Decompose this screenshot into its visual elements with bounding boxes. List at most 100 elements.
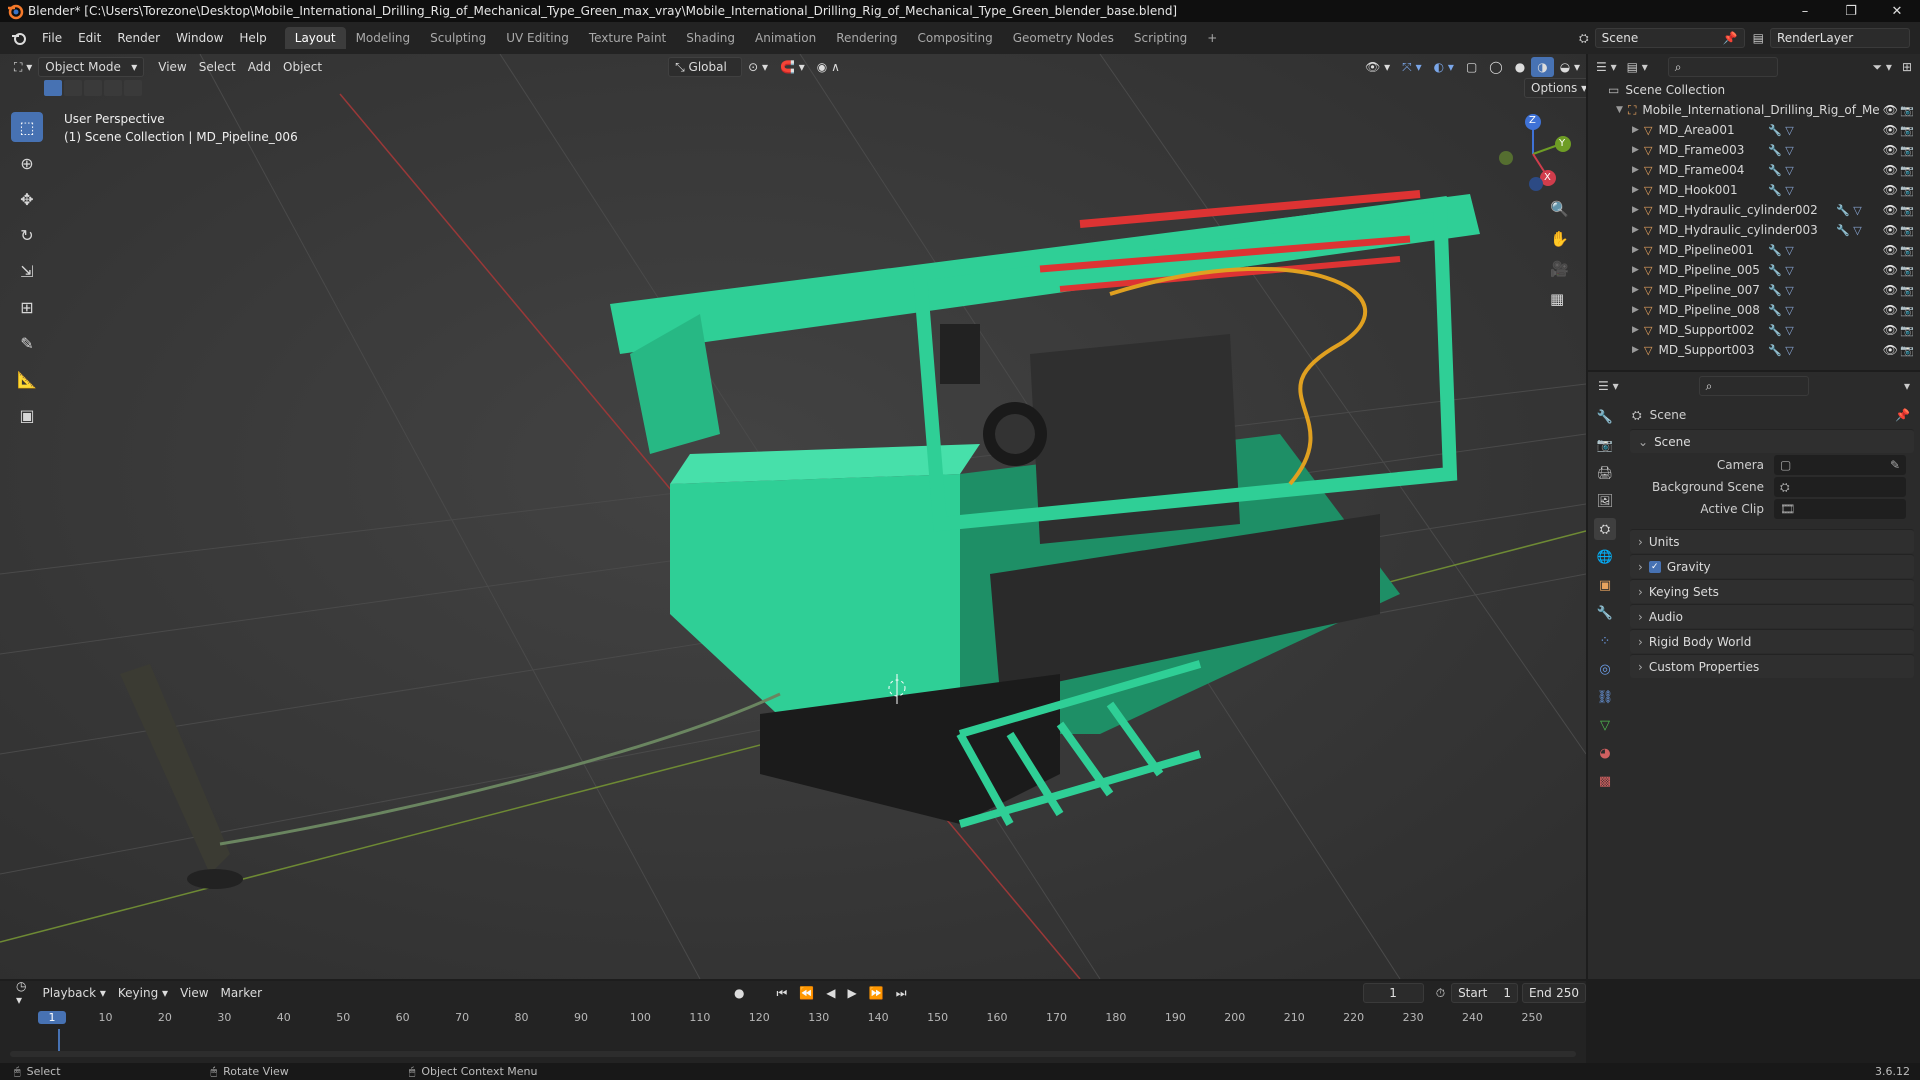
- scene-icon[interactable]: ⛭: [1579, 31, 1589, 46]
- annotate-tool-icon[interactable]: ✎: [11, 328, 43, 358]
- camera-view-icon[interactable]: 🎥: [1550, 254, 1569, 284]
- expand-arrow-icon[interactable]: ▶: [1632, 345, 1644, 355]
- expand-arrow-icon[interactable]: ▼: [1616, 105, 1628, 115]
- pivot-icon[interactable]: ⊙ ▾: [742, 57, 774, 77]
- rotate-tool-icon[interactable]: ↻: [11, 220, 43, 250]
- outliner-item[interactable]: ▶ ▽ MD_Pipeline001 🔧 ▽ 👁 📷: [1588, 240, 1920, 260]
- render-tab-icon[interactable]: 📷: [1594, 434, 1616, 456]
- visibility-eye-icon[interactable]: 👁: [1883, 323, 1898, 337]
- material-shading-icon[interactable]: ◑: [1531, 57, 1554, 77]
- render-camera-icon[interactable]: 📷: [1900, 104, 1914, 117]
- menu-window[interactable]: Window: [168, 31, 231, 45]
- outliner-item[interactable]: ▶ ▽ MD_Frame004 🔧 ▽ 👁 📷: [1588, 160, 1920, 180]
- pin-icon[interactable]: 📌: [1895, 408, 1910, 422]
- view-layer-selector[interactable]: RenderLayer: [1770, 28, 1910, 48]
- visibility-eye-icon[interactable]: 👁: [1883, 163, 1898, 177]
- add-workspace-button[interactable]: +: [1197, 27, 1227, 49]
- xray-icon[interactable]: ▢: [1460, 57, 1483, 77]
- visibility-eye-icon[interactable]: 👁: [1883, 103, 1898, 117]
- properties-search-input[interactable]: ⌕: [1698, 376, 1809, 396]
- render-camera-icon[interactable]: 📷: [1900, 284, 1914, 297]
- render-camera-icon[interactable]: 📷: [1900, 304, 1914, 317]
- jump-start-icon[interactable]: ⏮: [771, 983, 794, 1003]
- properties-options-icon[interactable]: ▾: [1904, 379, 1910, 393]
- ortho-grid-icon[interactable]: ▦: [1550, 284, 1569, 314]
- material-tab-icon[interactable]: ◕: [1594, 742, 1616, 764]
- tab-sculpting[interactable]: Sculpting: [420, 27, 496, 49]
- timeline-view-menu[interactable]: View: [174, 983, 214, 1003]
- expand-arrow-icon[interactable]: ▶: [1632, 165, 1644, 175]
- add-cube-tool-icon[interactable]: ▣: [11, 400, 43, 430]
- expand-arrow-icon[interactable]: ▶: [1632, 185, 1644, 195]
- solid-shading-icon[interactable]: ●: [1509, 57, 1531, 77]
- scene-collection-row[interactable]: ▭ Scene Collection: [1588, 80, 1920, 100]
- outliner-item[interactable]: ▶ ▽ MD_Hydraulic_cylinder002 🔧 ▽ 👁 📷: [1588, 200, 1920, 220]
- select-menu[interactable]: Select: [193, 57, 242, 77]
- select-extend-icon[interactable]: [64, 80, 82, 96]
- render-camera-icon[interactable]: 📷: [1900, 124, 1914, 137]
- rendered-shading-icon[interactable]: ◒ ▾: [1554, 57, 1586, 77]
- constraints-tab-icon[interactable]: ⛓: [1594, 686, 1616, 708]
- move-tool-icon[interactable]: ✥: [11, 184, 43, 214]
- visibility-eye-icon[interactable]: 👁: [1883, 203, 1898, 217]
- visibility-eye-icon[interactable]: 👁: [1883, 223, 1898, 237]
- blender-menu-icon[interactable]: [10, 29, 28, 47]
- timeline-scrollbar[interactable]: [10, 1051, 1576, 1057]
- physics-tab-icon[interactable]: ◎: [1594, 658, 1616, 680]
- active-clip-field[interactable]: 🎞: [1774, 499, 1906, 519]
- render-camera-icon[interactable]: 📷: [1900, 204, 1914, 217]
- orientation-dropdown[interactable]: ⤡ Global: [668, 57, 743, 77]
- tab-scripting[interactable]: Scripting: [1124, 27, 1197, 49]
- scene-tab-icon[interactable]: ⛭: [1594, 518, 1616, 540]
- scene-pin-icon[interactable]: 📌: [1723, 31, 1738, 45]
- gravity-panel[interactable]: › ✓ Gravity: [1630, 554, 1914, 578]
- outliner-item[interactable]: ▶ ▽ MD_Support002 🔧 ▽ 👁 📷: [1588, 320, 1920, 340]
- cursor-tool-icon[interactable]: ⊕: [11, 148, 43, 178]
- play-reverse-icon[interactable]: ◀: [820, 983, 841, 1003]
- outliner-item[interactable]: ▶ ▽ MD_Area001 🔧 ▽ 👁 📷: [1588, 120, 1920, 140]
- units-panel[interactable]: › Units: [1630, 529, 1914, 553]
- scene-panel-header[interactable]: ⌄ Scene: [1630, 429, 1914, 453]
- close-button[interactable]: ✕: [1874, 4, 1920, 19]
- editor-type-icon[interactable]: ⛶ ▾: [8, 57, 38, 77]
- output-tab-icon[interactable]: 🖨: [1594, 462, 1616, 484]
- select-subtract-icon[interactable]: [84, 80, 102, 96]
- select-box-tool-icon[interactable]: ⬚: [11, 112, 43, 142]
- gravity-checkbox[interactable]: ✓: [1648, 560, 1661, 573]
- 3d-viewport[interactable]: Z Y X ⛶ ▾ Object Mode ▾ View Select Add O…: [0, 54, 1586, 979]
- keying-menu[interactable]: Keying ▾: [112, 983, 174, 1003]
- current-frame-field[interactable]: 1: [1362, 983, 1424, 1003]
- wireframe-shading-icon[interactable]: ◯: [1483, 57, 1508, 77]
- visibility-eye-icon[interactable]: 👁: [1883, 123, 1898, 137]
- tab-texture-paint[interactable]: Texture Paint: [579, 27, 676, 49]
- background-scene-field[interactable]: ⛭: [1774, 477, 1906, 497]
- outliner-item[interactable]: ▶ ▽ MD_Support003 🔧 ▽ 👁 📷: [1588, 340, 1920, 360]
- render-camera-icon[interactable]: 📷: [1900, 144, 1914, 157]
- scene-selector[interactable]: Scene 📌: [1594, 28, 1745, 48]
- zoom-icon[interactable]: 🔍: [1550, 194, 1569, 224]
- next-keyframe-icon[interactable]: ⏩: [863, 983, 890, 1003]
- jump-end-icon[interactable]: ⏭: [890, 983, 913, 1003]
- render-camera-icon[interactable]: 📷: [1900, 324, 1914, 337]
- tab-modeling[interactable]: Modeling: [346, 27, 421, 49]
- playback-menu[interactable]: Playback ▾: [37, 983, 112, 1003]
- select-invert-icon[interactable]: [104, 80, 122, 96]
- outliner-item[interactable]: ▶ ▽ MD_Pipeline_008 🔧 ▽ 👁 📷: [1588, 300, 1920, 320]
- expand-arrow-icon[interactable]: ▶: [1632, 125, 1644, 135]
- mode-dropdown[interactable]: Object Mode ▾: [38, 57, 145, 77]
- tab-compositing[interactable]: Compositing: [907, 27, 1002, 49]
- rigid-body-world-panel[interactable]: › Rigid Body World: [1630, 629, 1914, 653]
- tab-rendering[interactable]: Rendering: [826, 27, 907, 49]
- expand-arrow-icon[interactable]: ▶: [1632, 325, 1644, 335]
- proportional-edit-icon[interactable]: ◉ ∧: [811, 57, 846, 77]
- expand-arrow-icon[interactable]: ▶: [1632, 205, 1644, 215]
- measure-tool-icon[interactable]: 📐: [11, 364, 43, 394]
- visibility-eye-icon[interactable]: 👁: [1883, 303, 1898, 317]
- expand-arrow-icon[interactable]: ▶: [1632, 245, 1644, 255]
- tab-geometry-nodes[interactable]: Geometry Nodes: [1003, 27, 1124, 49]
- play-icon[interactable]: ▶: [842, 983, 863, 1003]
- render-camera-icon[interactable]: 📷: [1900, 164, 1914, 177]
- expand-arrow-icon[interactable]: ▶: [1632, 145, 1644, 155]
- outliner-item[interactable]: ▶ ▽ MD_Pipeline_005 🔧 ▽ 👁 📷: [1588, 260, 1920, 280]
- world-tab-icon[interactable]: 🌐: [1594, 546, 1616, 568]
